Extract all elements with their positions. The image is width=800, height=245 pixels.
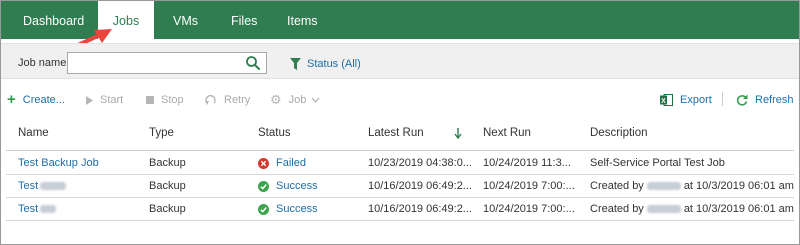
sort-descending-icon[interactable] xyxy=(454,128,462,139)
row-3-description: Created by at 10/3/2019 06:01 am xyxy=(590,203,794,215)
refresh-icon xyxy=(736,94,748,106)
row-2-description: Created by at 10/3/2019 06:01 am xyxy=(590,180,794,192)
row-divider xyxy=(6,220,794,221)
redacted-text xyxy=(646,205,681,214)
row-1-next-run: 10/24/2019 11:3... xyxy=(483,157,571,169)
redacted-text xyxy=(40,205,57,214)
export-button[interactable]: X Export xyxy=(660,93,712,107)
row-divider xyxy=(6,174,794,175)
row-2-description-suffix: at 10/3/2019 06:01 am xyxy=(683,180,794,192)
table-header-divider xyxy=(6,150,794,151)
redacted-text xyxy=(40,182,67,191)
retry-label: Retry xyxy=(224,94,251,106)
export-label: Export xyxy=(680,94,712,106)
retry-button[interactable]: Retry xyxy=(205,93,250,107)
job-menu-label: Job xyxy=(288,94,307,106)
row-2-name-text: Test xyxy=(18,180,39,192)
start-label: Start xyxy=(100,94,124,106)
row-3-description-suffix: at 10/3/2019 06:01 am xyxy=(683,203,794,215)
column-header-next-run[interactable]: Next Run xyxy=(483,127,531,139)
refresh-label: Refresh xyxy=(755,94,794,106)
tab-vms[interactable]: VMs xyxy=(173,1,198,39)
row-3-name-text: Test xyxy=(18,203,39,215)
row-2-description-prefix: Created by xyxy=(590,180,644,192)
column-header-description[interactable]: Description xyxy=(590,127,648,139)
funnel-icon xyxy=(290,58,301,70)
row-1-status-text[interactable]: Failed xyxy=(276,157,306,169)
row-3-description-prefix: Created by xyxy=(590,203,644,215)
search-icon[interactable] xyxy=(245,55,261,71)
row-2-type: Backup xyxy=(149,180,186,192)
plus-icon: + xyxy=(7,91,16,108)
tab-dashboard[interactable]: Dashboard xyxy=(23,1,84,39)
row-1-latest-run: 10/23/2019 04:38:0... xyxy=(368,157,472,169)
row-1-description: Self-Service Portal Test Job xyxy=(590,157,725,169)
row-3-name-link[interactable]: Test xyxy=(18,203,57,215)
row-3-type: Backup xyxy=(149,203,186,215)
row-2-name-link[interactable]: Test xyxy=(18,180,67,192)
column-header-latest-run[interactable]: Latest Run xyxy=(368,127,424,139)
chevron-down-icon xyxy=(311,97,320,103)
tab-jobs[interactable]: Jobs xyxy=(98,1,154,39)
row-3-next-run: 10/24/2019 7:00:... xyxy=(483,203,575,215)
success-check-icon xyxy=(258,203,269,215)
stop-button[interactable]: Stop xyxy=(146,93,184,107)
row-1-type: Backup xyxy=(149,157,186,169)
row-2-next-run: 10/24/2019 7:00:... xyxy=(483,180,575,192)
row-divider xyxy=(6,197,794,198)
create-label: Create... xyxy=(22,94,65,106)
toolbar-separator xyxy=(722,92,723,106)
job-name-search-input[interactable] xyxy=(67,52,267,74)
success-check-icon xyxy=(258,180,269,192)
redacted-text xyxy=(646,182,681,191)
stop-label: Stop xyxy=(161,94,184,106)
row-1-status: Failed xyxy=(258,157,306,169)
tab-files[interactable]: Files xyxy=(231,1,257,39)
refresh-button[interactable]: Refresh xyxy=(736,93,794,107)
gear-icon: ⚙ xyxy=(270,92,282,107)
row-3-status: Success xyxy=(258,203,318,215)
row-3-status-text[interactable]: Success xyxy=(276,203,318,215)
status-filter-button[interactable]: Status (All) xyxy=(290,56,361,72)
play-icon xyxy=(86,95,93,105)
column-header-type[interactable]: Type xyxy=(149,127,174,139)
row-1-name-link[interactable]: Test Backup Job xyxy=(18,157,99,169)
column-header-name[interactable]: Name xyxy=(18,127,49,139)
row-2-status-text[interactable]: Success xyxy=(276,180,318,192)
status-filter-label: Status (All) xyxy=(307,58,361,70)
row-3-latest-run: 10/16/2019 06:49:2... xyxy=(368,203,472,215)
job-name-label: Job name: xyxy=(18,57,70,69)
start-button[interactable]: Start xyxy=(86,93,123,107)
svg-text:X: X xyxy=(661,98,666,105)
column-header-status[interactable]: Status xyxy=(258,127,291,139)
retry-icon xyxy=(205,94,216,105)
top-navigation-bar: Dashboard Jobs VMs Files Items xyxy=(1,1,799,39)
failed-icon xyxy=(258,157,269,169)
tab-items[interactable]: Items xyxy=(287,1,318,39)
create-button[interactable]: + Create... xyxy=(7,91,65,108)
row-2-status: Success xyxy=(258,180,318,192)
job-menu-button[interactable]: ⚙ Job xyxy=(270,93,320,107)
row-2-latest-run: 10/16/2019 06:49:2... xyxy=(368,180,472,192)
excel-icon: X xyxy=(660,94,673,106)
stop-icon xyxy=(146,96,154,104)
